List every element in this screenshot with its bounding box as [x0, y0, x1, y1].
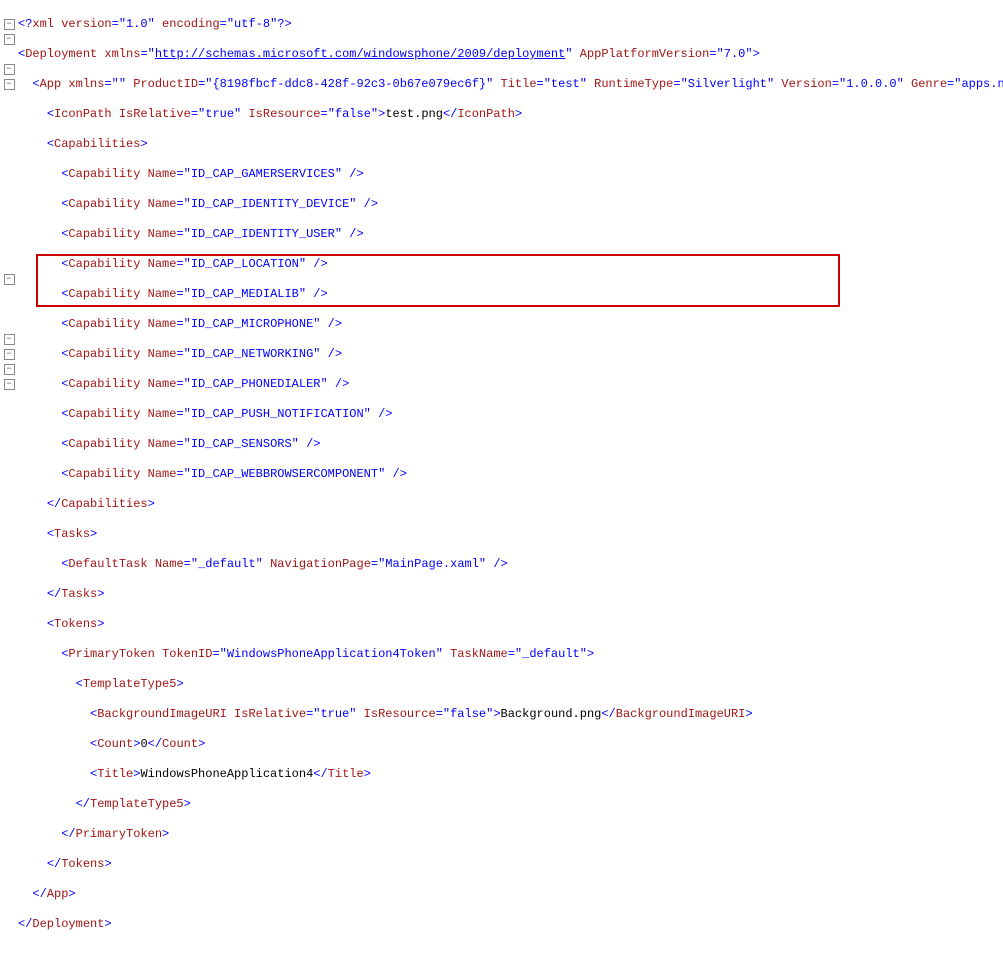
gutter-row[interactable]	[0, 362, 18, 377]
gutter-row	[0, 392, 18, 407]
gutter-row[interactable]	[0, 377, 18, 392]
fold-toggle-icon[interactable]	[4, 64, 15, 75]
gutter-row[interactable]	[0, 17, 18, 32]
gutter-row	[0, 47, 18, 62]
gutter-row	[0, 182, 18, 197]
xml-attr: version	[54, 17, 112, 31]
gutter-row[interactable]	[0, 347, 18, 362]
gutter-row	[0, 212, 18, 227]
xml-punct: <?	[18, 17, 32, 31]
gutter-row[interactable]	[0, 332, 18, 347]
gutter-row[interactable]	[0, 32, 18, 47]
gutter-row	[0, 242, 18, 257]
fold-toggle-icon[interactable]	[4, 79, 15, 90]
xml-editor[interactable]: <?xml version="1.0" encoding="utf-8"?> <…	[0, 0, 1003, 962]
gutter-row	[0, 197, 18, 212]
gutter-row	[0, 257, 18, 272]
gutter-row	[0, 437, 18, 452]
gutter-row	[0, 167, 18, 182]
gutter-row	[0, 317, 18, 332]
fold-gutter	[0, 0, 18, 962]
gutter-row	[0, 422, 18, 437]
code-area[interactable]: <?xml version="1.0" encoding="utf-8"?> <…	[18, 0, 1003, 962]
fold-toggle-icon[interactable]	[4, 364, 15, 375]
fold-toggle-icon[interactable]	[4, 379, 15, 390]
gutter-row	[0, 452, 18, 467]
gutter-row	[0, 227, 18, 242]
gutter-row	[0, 152, 18, 167]
fold-toggle-icon[interactable]	[4, 274, 15, 285]
gutter-row[interactable]	[0, 77, 18, 92]
xml-tag: xml	[32, 17, 54, 31]
fold-toggle-icon[interactable]	[4, 34, 15, 45]
gutter-row	[0, 122, 18, 137]
gutter-row	[0, 92, 18, 107]
fold-toggle-icon[interactable]	[4, 334, 15, 345]
xmlns-url[interactable]: http://schemas.microsoft.com/windowsphon…	[155, 47, 565, 61]
gutter-row	[0, 107, 18, 122]
gutter-row	[0, 302, 18, 317]
fold-toggle-icon[interactable]	[4, 19, 15, 30]
gutter-row	[0, 137, 18, 152]
gutter-row[interactable]	[0, 272, 18, 287]
fold-toggle-icon[interactable]	[4, 349, 15, 360]
gutter-row	[0, 287, 18, 302]
gutter-row[interactable]	[0, 62, 18, 77]
gutter-row	[0, 2, 18, 17]
gutter-row	[0, 407, 18, 422]
